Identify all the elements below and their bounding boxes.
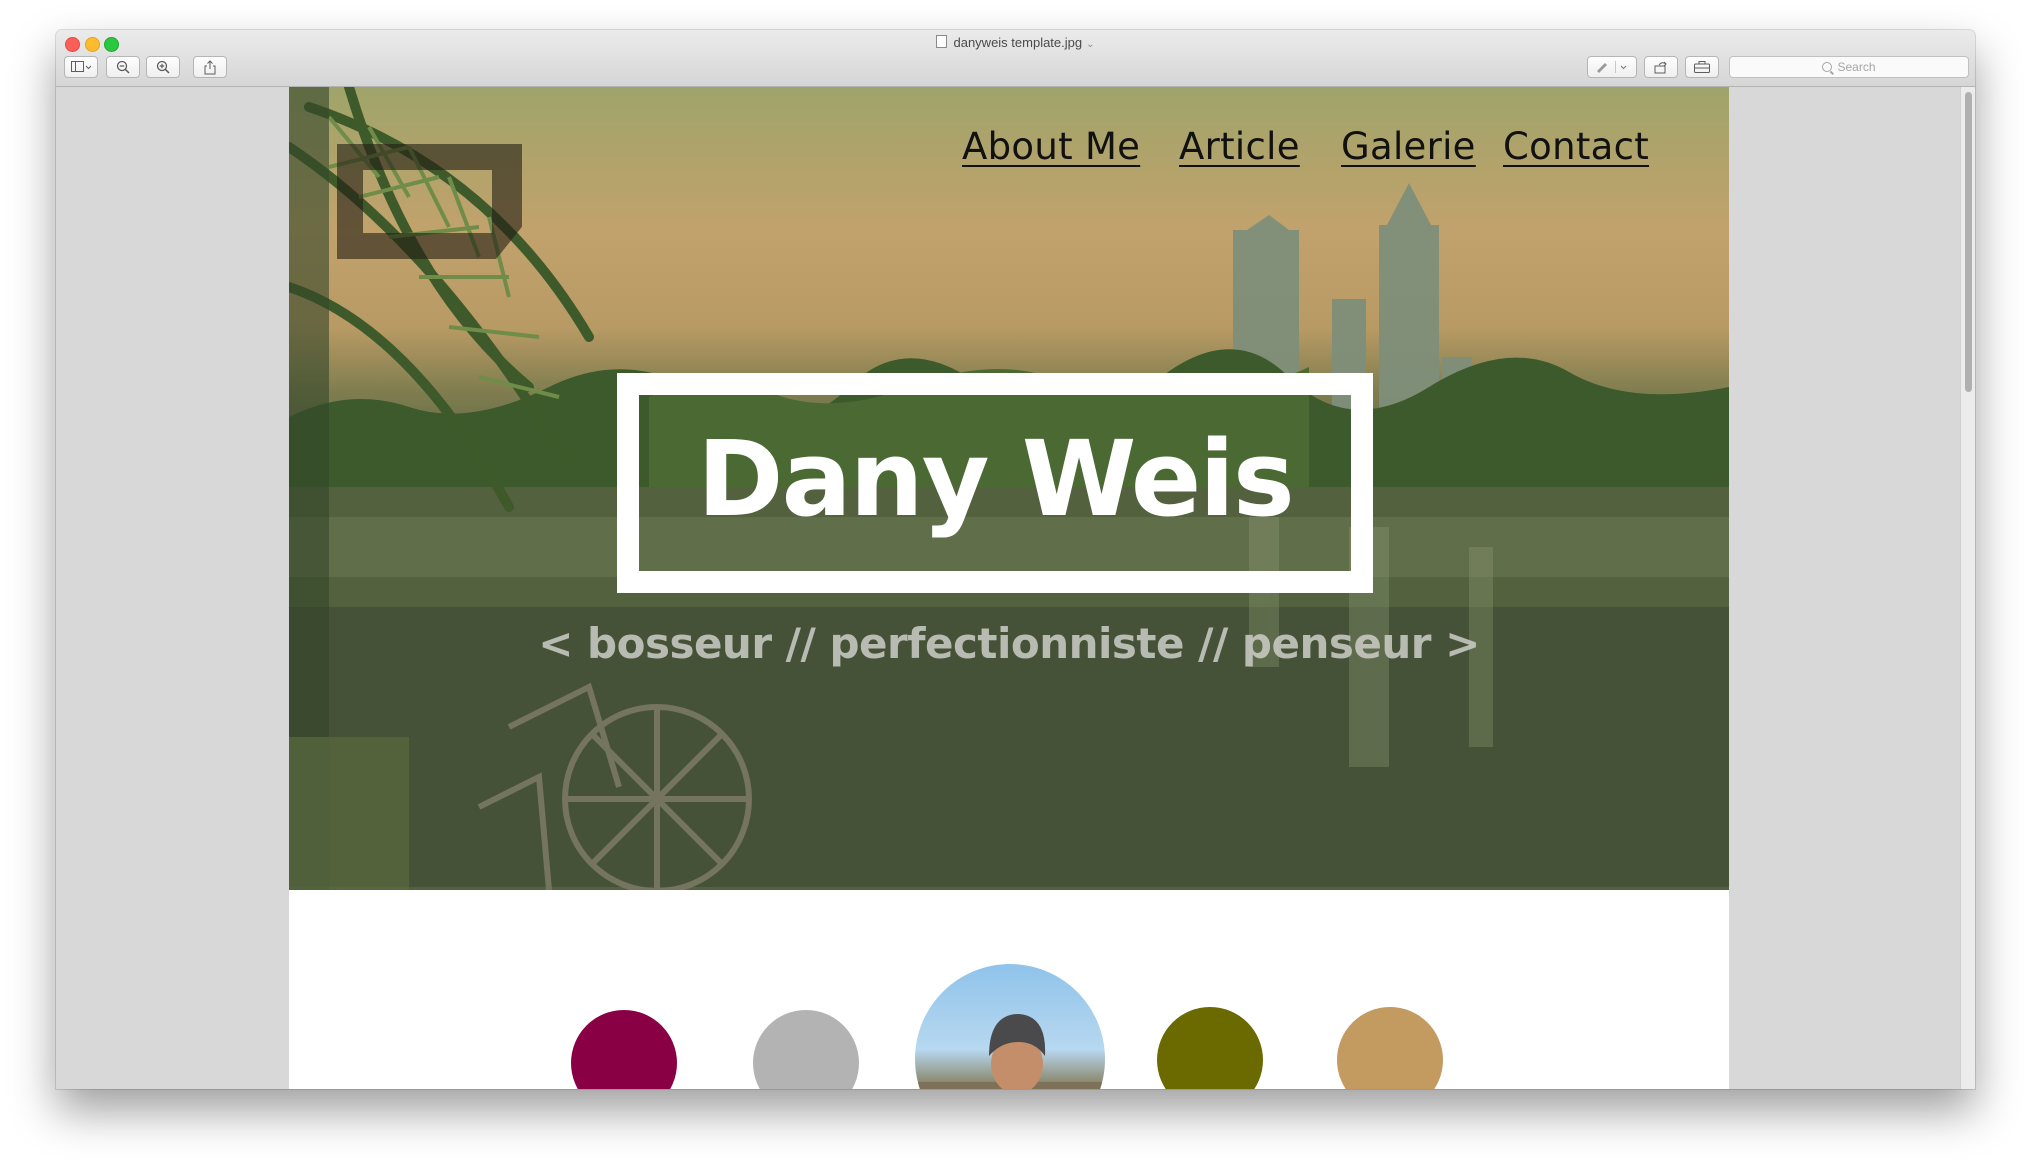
nav-link-article[interactable]: Article: [1179, 125, 1300, 168]
nav-link-contact[interactable]: Contact: [1503, 125, 1649, 168]
hero-banner: About Me Article Galerie Contact Dany We…: [289, 87, 1729, 890]
hero-title: Dany Weis: [697, 418, 1295, 540]
color-swatch-gray: [753, 1010, 859, 1089]
share-icon: [204, 59, 216, 74]
scrollbar-thumb[interactable]: [1965, 92, 1972, 392]
window-title-text: danyweis template.jpg: [953, 35, 1083, 50]
document-icon: [936, 35, 948, 48]
avatar: [915, 964, 1105, 1089]
profile-row: [289, 890, 1729, 1089]
hero-tagline: < bosseur // perfectionniste // penseur …: [538, 619, 1480, 668]
search-placeholder: Search: [1837, 60, 1876, 74]
color-swatch-olive: [1157, 1007, 1263, 1089]
hero-title-frame: Dany Weis: [617, 373, 1373, 593]
zoom-in-icon: [156, 60, 170, 74]
zoom-out-icon: [116, 60, 130, 74]
search-icon: [1822, 62, 1833, 72]
zoom-in-button[interactable]: [146, 56, 180, 78]
search-field[interactable]: Search: [1729, 56, 1969, 78]
markup-button[interactable]: [1587, 56, 1637, 78]
window-toolbar: danyweis template.jpg ⌄ Search: [56, 30, 1975, 87]
chevron-down-icon[interactable]: ⌄: [1086, 39, 1094, 50]
sidebar-toggle-button[interactable]: [64, 56, 98, 78]
toolbox-icon: [1694, 61, 1710, 73]
window-title: danyweis template.jpg ⌄: [56, 35, 1975, 50]
zoom-out-button[interactable]: [106, 56, 140, 78]
sidebar-icon: [71, 61, 91, 72]
webpage-preview: About Me Article Galerie Contact Dany We…: [289, 87, 1729, 1089]
main-navigation: About Me Article Galerie Contact: [289, 125, 1729, 185]
rotate-button[interactable]: [1644, 56, 1678, 78]
share-button[interactable]: [193, 56, 227, 78]
pen-icon: [1597, 61, 1627, 73]
nav-link-galerie[interactable]: Galerie: [1341, 125, 1476, 168]
color-swatch-magenta: [571, 1010, 677, 1089]
preview-window: danyweis template.jpg ⌄ Search About Me …: [56, 30, 1975, 1089]
color-swatch-tan: [1337, 1007, 1443, 1089]
rotate-icon: [1654, 61, 1667, 74]
nav-link-about-me[interactable]: About Me: [962, 125, 1140, 168]
toolbox-button[interactable]: [1685, 56, 1719, 78]
profile-photo: [915, 1014, 1105, 1089]
